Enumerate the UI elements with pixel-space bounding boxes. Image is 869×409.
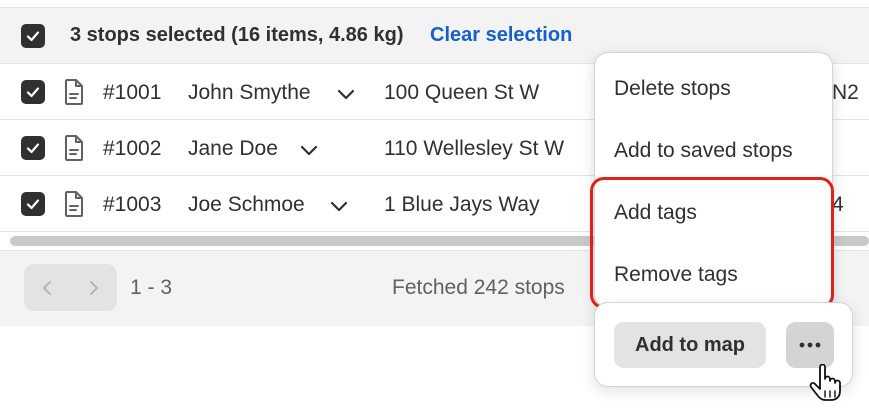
order-id[interactable]: #1001	[103, 81, 161, 105]
chevron-down-icon[interactable]	[330, 200, 348, 212]
row-checkbox[interactable]	[21, 80, 45, 104]
menu-item-delete-stops[interactable]: Delete stops	[614, 77, 731, 101]
customer-name: Joe Schmoe	[188, 193, 305, 216]
previous-page-button[interactable]	[24, 264, 71, 311]
order-id[interactable]: #1003	[103, 193, 161, 217]
check-icon	[26, 31, 40, 42]
check-icon	[26, 143, 40, 154]
document-icon	[65, 191, 83, 217]
selection-summary: 3 stops selected (16 items, 4.86 kg)	[70, 24, 404, 46]
fetched-count: Fetched 242 stops	[392, 276, 565, 299]
chevron-left-icon	[43, 280, 52, 295]
check-icon	[26, 199, 40, 210]
page-range: 1 - 3	[130, 276, 173, 299]
row-checkbox[interactable]	[21, 136, 45, 160]
add-to-map-button[interactable]: Add to map	[614, 322, 766, 368]
check-icon	[26, 87, 40, 98]
customer-name: Jane Doe	[188, 137, 278, 160]
document-icon	[65, 79, 83, 105]
address: 100 Queen St W	[384, 81, 540, 104]
select-all-checkbox[interactable]	[21, 24, 45, 48]
highlight-outline	[590, 177, 834, 309]
more-actions-button[interactable]	[786, 322, 834, 368]
pagination	[24, 264, 117, 311]
order-id[interactable]: #1002	[103, 137, 161, 161]
customer-name: John Smythe	[188, 81, 311, 104]
menu-item-add-to-saved-stops[interactable]: Add to saved stops	[614, 139, 793, 163]
hand-pointer-icon	[809, 364, 841, 401]
trailing-cell: N2	[832, 81, 859, 104]
chevron-down-icon[interactable]	[337, 88, 355, 100]
document-icon	[65, 135, 83, 161]
ellipsis-icon	[799, 342, 821, 348]
address: 1 Blue Jays Way	[384, 193, 540, 216]
address: 110 Wellesley St W	[384, 137, 565, 160]
next-page-button[interactable]	[71, 264, 118, 311]
chevron-down-icon[interactable]	[300, 144, 318, 156]
clear-selection-link[interactable]: Clear selection	[430, 24, 572, 47]
chevron-right-icon	[89, 280, 98, 295]
row-checkbox[interactable]	[21, 192, 45, 216]
top-edge	[0, 0, 869, 8]
